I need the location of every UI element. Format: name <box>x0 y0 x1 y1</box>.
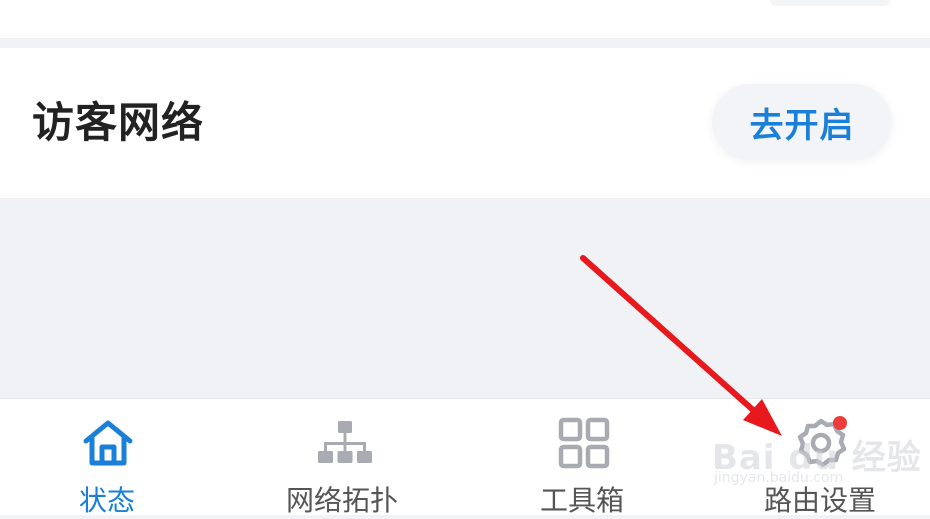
tab-status[interactable]: 状态 <box>48 399 168 517</box>
grid-icon <box>558 417 610 469</box>
top-card-button-edge[interactable] <box>770 0 890 6</box>
tab-topology-label: 网络拓扑 <box>286 484 399 517</box>
bottom-tab-bar: 状态 网络拓扑 工具箱 路由设置 <box>0 398 930 517</box>
enable-guest-network-button[interactable]: 去开启 <box>712 84 892 160</box>
guest-network-title: 访客网络 <box>32 98 205 147</box>
tab-status-label: 状态 <box>79 484 136 517</box>
tab-router-settings-label: 路由设置 <box>764 484 877 517</box>
tab-router-settings[interactable]: 路由设置 <box>755 399 885 517</box>
top-card <box>0 0 930 38</box>
notification-badge-dot <box>833 416 847 430</box>
tab-toolbox-label: 工具箱 <box>540 484 625 517</box>
tab-topology[interactable]: 网络拓扑 <box>280 399 410 517</box>
home-icon <box>83 420 133 466</box>
tab-toolbox[interactable]: 工具箱 <box>530 399 640 517</box>
topology-icon <box>318 421 372 463</box>
empty-content-area <box>0 198 930 398</box>
